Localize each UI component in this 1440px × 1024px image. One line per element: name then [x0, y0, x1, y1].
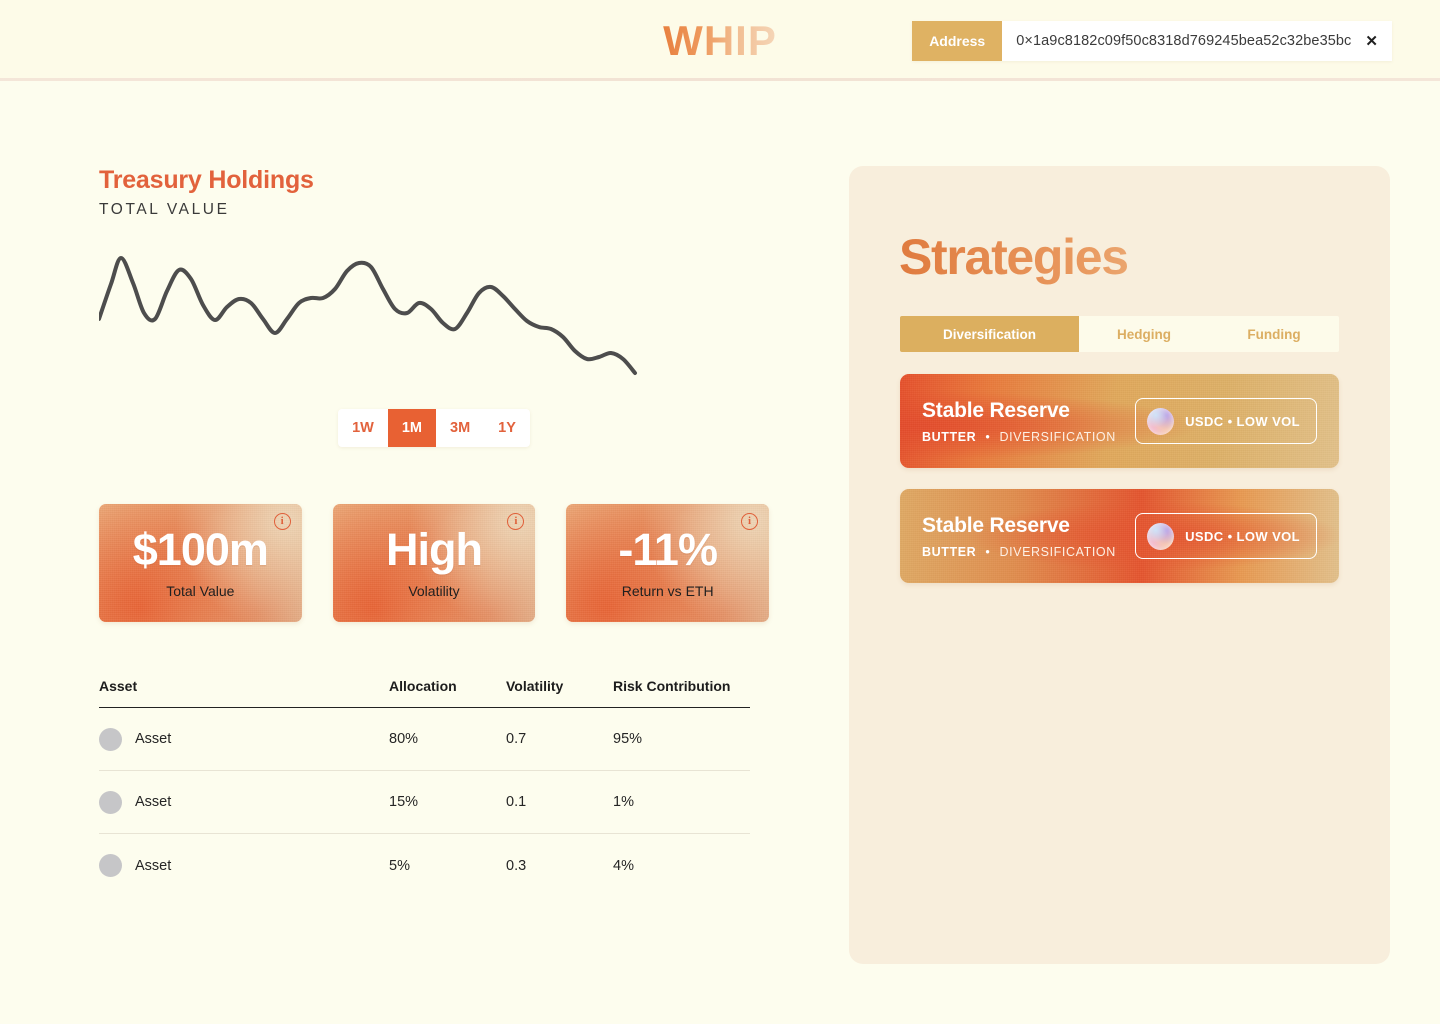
strategy-info: Stable Reserve BUTTER • DIVERSIFICATION: [922, 514, 1132, 559]
asset-name: Asset: [135, 857, 172, 874]
address-value: 0×1a9c8182c09f50c8318d769245bea52c32be35…: [1016, 33, 1352, 49]
tab-diversification[interactable]: Diversification: [900, 316, 1079, 352]
strategies-title: Strategies: [899, 228, 1390, 286]
strategy-pill-label: USDC • LOW VOL: [1185, 528, 1300, 544]
cell-asset: Asset: [99, 854, 389, 877]
column-header-allocation: Allocation: [389, 678, 457, 694]
stat-value: High: [386, 524, 483, 575]
asset-dot-icon: [99, 854, 122, 877]
stat-value: $100m: [132, 524, 269, 575]
strategy-category: DIVERSIFICATION: [999, 544, 1116, 559]
strategy-issuer: BUTTER: [922, 544, 977, 559]
cell-risk: 1%: [613, 794, 634, 810]
cell-allocation: 5%: [389, 857, 410, 874]
address-field[interactable]: 0×1a9c8182c09f50c8318d769245bea52c32be35…: [1002, 21, 1392, 61]
address-bar: Address 0×1a9c8182c09f50c8318d769245bea5…: [912, 21, 1392, 61]
cell-volatility: 0.7: [506, 731, 527, 747]
strategy-info: Stable Reserve BUTTER • DIVERSIFICATION: [922, 399, 1132, 444]
table-row[interactable]: Asset 15% 0.1 1%: [99, 771, 750, 834]
asset-dot-icon: [99, 727, 122, 751]
asset-dot-icon: [99, 790, 122, 814]
stat-label: Total Value: [166, 583, 235, 599]
strategy-issuer: BUTTER: [922, 429, 977, 444]
column-header-risk: Risk Contribution: [613, 678, 731, 694]
info-icon[interactable]: i: [273, 513, 291, 530]
strategy-token-pill[interactable]: USDC • LOW VOL: [1135, 513, 1317, 559]
strategy-category: DIVERSIFICATION: [999, 429, 1116, 444]
cell-risk: 95%: [613, 731, 643, 747]
stat-label: Volatility: [408, 583, 460, 599]
strategy-meta: BUTTER • DIVERSIFICATION: [922, 430, 1132, 444]
stat-card-volatility[interactable]: i High Volatility: [332, 504, 536, 622]
app-header: WHIP Address 0×1a9c8182c09f50c8318d76924…: [0, 0, 1440, 81]
treasury-section: Treasury Holdings TOTAL VALUE 1W 1M 3M 1…: [99, 166, 770, 897]
assets-table: Asset Allocation Volatility Risk Contrib…: [99, 678, 750, 897]
time-range-selector: 1W 1M 3M 1Y: [99, 409, 769, 447]
token-orb-icon: [1147, 407, 1175, 435]
strategy-tabs: Diversification Hedging Funding: [900, 316, 1339, 352]
strategy-separator: •: [985, 544, 991, 559]
strategy-card-stable-reserve-2[interactable]: Stable Reserve BUTTER • DIVERSIFICATION …: [900, 489, 1339, 583]
stat-card-group: i $100m Total Value i High Volatility i …: [99, 504, 770, 622]
cell-volatility: 0.1: [506, 794, 527, 810]
treasury-value-chart: [99, 241, 750, 391]
strategy-pill-label: USDC • LOW VOL: [1185, 413, 1300, 429]
range-button-1m[interactable]: 1M: [387, 409, 436, 447]
tab-hedging[interactable]: Hedging: [1079, 316, 1209, 352]
stat-value: -11%: [618, 524, 718, 575]
strategy-token-pill[interactable]: USDC • LOW VOL: [1135, 398, 1317, 444]
column-header-asset: Asset: [99, 678, 138, 694]
column-header-volatility: Volatility: [506, 678, 564, 694]
strategy-card-stable-reserve-1[interactable]: Stable Reserve BUTTER • DIVERSIFICATION …: [900, 374, 1339, 468]
stat-card-return-vs-eth[interactable]: i -11% Return vs ETH: [566, 504, 770, 622]
info-icon[interactable]: i: [741, 513, 759, 530]
strategies-panel: Strategies Diversification Hedging Fundi…: [849, 166, 1390, 964]
cell-asset: Asset: [99, 727, 389, 751]
token-orb-icon: [1147, 522, 1175, 550]
close-icon[interactable]: ✕: [1365, 34, 1378, 49]
table-row[interactable]: Asset 5% 0.3 4%: [99, 834, 750, 897]
page-title: Treasury Holdings: [99, 166, 314, 194]
page-subtitle: TOTAL VALUE: [99, 201, 230, 218]
strategy-name: Stable Reserve: [922, 513, 1070, 537]
tab-funding[interactable]: Funding: [1209, 316, 1339, 352]
stat-label: Return vs ETH: [621, 583, 714, 599]
chart-svg: [99, 256, 637, 375]
range-button-3m[interactable]: 3M: [436, 409, 484, 447]
cell-allocation: 80%: [389, 731, 419, 747]
strategy-name: Stable Reserve: [922, 398, 1070, 422]
cell-volatility: 0.3: [506, 857, 527, 874]
strategy-separator: •: [985, 429, 991, 444]
strategy-meta: BUTTER • DIVERSIFICATION: [922, 545, 1132, 559]
asset-name: Asset: [135, 794, 172, 810]
cell-asset: Asset: [99, 790, 389, 814]
page-body: Treasury Holdings TOTAL VALUE 1W 1M 3M 1…: [0, 81, 1440, 1024]
range-button-1y[interactable]: 1Y: [484, 409, 530, 447]
app-logo: WHIP: [663, 16, 777, 64]
cell-risk: 4%: [613, 857, 634, 874]
asset-name: Asset: [135, 731, 172, 747]
cell-allocation: 15%: [389, 794, 419, 810]
table-row[interactable]: Asset 80% 0.7 95%: [99, 708, 750, 771]
table-header-row: Asset Allocation Volatility Risk Contrib…: [99, 678, 750, 708]
stat-card-total-value[interactable]: i $100m Total Value: [99, 504, 302, 622]
range-button-1w[interactable]: 1W: [338, 409, 388, 447]
address-label: Address: [912, 21, 1003, 61]
